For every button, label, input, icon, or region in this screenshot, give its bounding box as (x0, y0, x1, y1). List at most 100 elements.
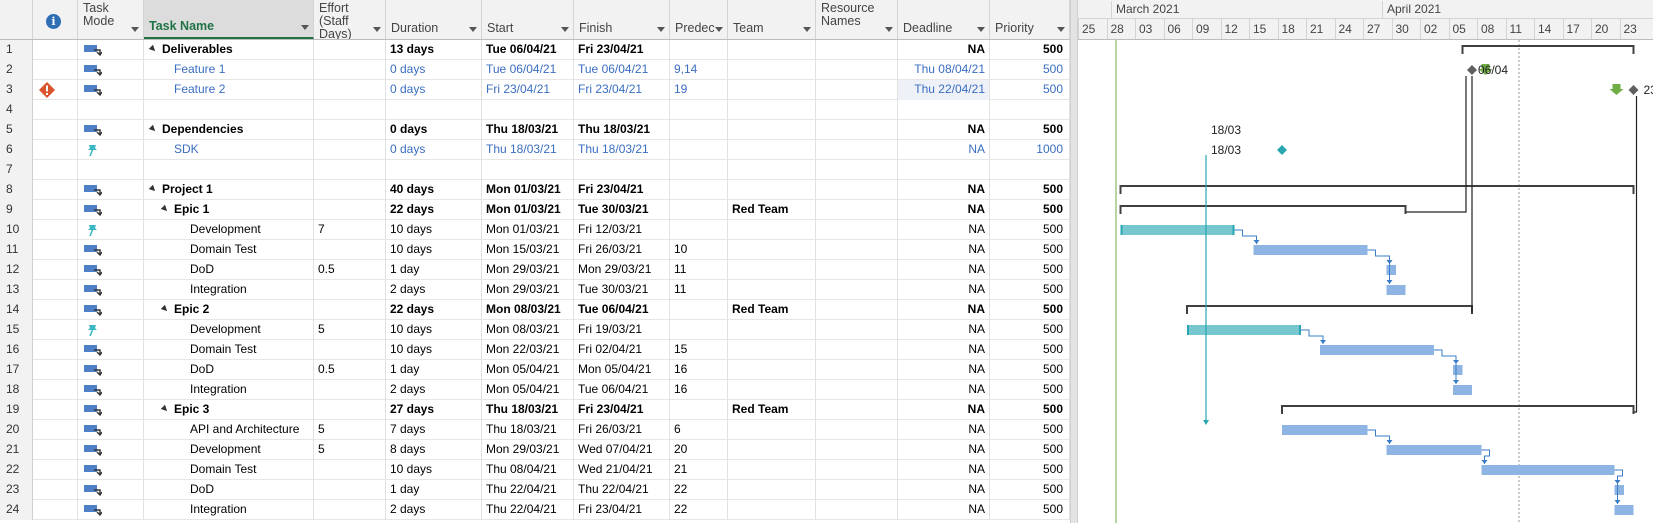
finish-cell[interactable]: Fri 23/04/21 (574, 40, 670, 60)
team-cell[interactable] (728, 220, 816, 240)
chevron-down-icon[interactable] (977, 27, 985, 32)
task-mode-cell[interactable] (78, 280, 144, 300)
resource-names-cell[interactable] (816, 60, 898, 80)
row-number[interactable]: 5 (0, 120, 33, 140)
priority-cell[interactable] (990, 160, 1070, 180)
summary-bar[interactable] (1186, 305, 1473, 314)
start-cell[interactable]: Thu 18/03/21 (482, 400, 574, 420)
effort-cell[interactable]: 5 (314, 320, 386, 340)
finish-cell[interactable]: Tue 30/03/21 (574, 280, 670, 300)
indicator-cell[interactable] (33, 460, 78, 480)
row-number[interactable]: 20 (0, 420, 33, 440)
predecessors-cell[interactable] (670, 120, 728, 140)
team-cell[interactable] (728, 340, 816, 360)
start-cell[interactable] (482, 160, 574, 180)
predecessors-cell[interactable]: 16 (670, 360, 728, 380)
collapse-triangle-icon[interactable] (148, 184, 158, 194)
effort-cell[interactable] (314, 340, 386, 360)
table-row[interactable]: 12 DoD 0.5 1 day Mon 29/03/21 Mon 29/03/21 11 N… (0, 260, 1070, 280)
indicator-cell[interactable] (33, 260, 78, 280)
indicator-cell[interactable] (33, 440, 78, 460)
team-cell[interactable] (728, 320, 816, 340)
deadline-cell[interactable]: NA (898, 240, 990, 260)
row-number[interactable]: 12 (0, 260, 33, 280)
effort-cell[interactable] (314, 80, 386, 100)
task-mode-cell[interactable] (78, 420, 144, 440)
team-cell[interactable]: Red Team (728, 200, 816, 220)
predecessors-cell[interactable] (670, 40, 728, 60)
table-row[interactable]: 22 Domain Test 10 days Thu 08/04/21 Wed 21/0… (0, 460, 1070, 480)
deadline-cell[interactable]: NA (898, 40, 990, 60)
task-name-cell[interactable]: Domain Test (144, 460, 314, 480)
task-bar[interactable] (1120, 225, 1235, 235)
row-number[interactable]: 22 (0, 460, 33, 480)
start-cell[interactable]: Thu 18/03/21 (482, 140, 574, 160)
deadline-cell[interactable]: NA (898, 220, 990, 240)
effort-cell[interactable] (314, 60, 386, 80)
finish-cell[interactable]: Fri 12/03/21 (574, 220, 670, 240)
team-cell[interactable] (728, 160, 816, 180)
predecessors-cell[interactable]: 9,14 (670, 60, 728, 80)
start-cell[interactable]: Mon 29/03/21 (482, 440, 574, 460)
indicator-cell[interactable] (33, 80, 78, 100)
summary-bar[interactable] (1461, 45, 1635, 54)
row-number[interactable]: 15 (0, 320, 33, 340)
effort-cell[interactable]: 0.5 (314, 260, 386, 280)
task-name-cell[interactable]: Project 1 (144, 180, 314, 200)
effort-cell[interactable]: 0.5 (314, 360, 386, 380)
deadline-cell[interactable]: NA (898, 500, 990, 520)
duration-cell[interactable]: 1 day (386, 360, 482, 380)
deadline-marker[interactable] (1609, 84, 1624, 95)
indicator-cell[interactable] (33, 220, 78, 240)
indicator-cell[interactable] (33, 60, 78, 80)
finish-cell[interactable]: Fri 26/03/21 (574, 240, 670, 260)
task-name-cell[interactable]: Feature 1 (144, 60, 314, 80)
start-cell[interactable]: Mon 05/04/21 (482, 380, 574, 400)
row-number[interactable]: 2 (0, 60, 33, 80)
priority-cell[interactable]: 500 (990, 360, 1070, 380)
column-header-start[interactable]: Start (482, 0, 574, 39)
dependency-link[interactable] (1367, 429, 1390, 444)
finish-cell[interactable]: Wed 21/04/21 (574, 460, 670, 480)
duration-cell[interactable] (386, 100, 482, 120)
duration-cell[interactable]: 27 days (386, 400, 482, 420)
effort-cell[interactable]: 5 (314, 420, 386, 440)
dependency-link[interactable] (1301, 329, 1324, 344)
finish-cell[interactable] (574, 160, 670, 180)
duration-cell[interactable]: 0 days (386, 80, 482, 100)
start-cell[interactable]: Mon 01/03/21 (482, 200, 574, 220)
chevron-down-icon[interactable] (469, 27, 477, 32)
effort-cell[interactable] (314, 380, 386, 400)
start-cell[interactable]: Thu 18/03/21 (482, 420, 574, 440)
resource-names-cell[interactable] (816, 240, 898, 260)
effort-cell[interactable] (314, 400, 386, 420)
deadline-cell[interactable]: NA (898, 140, 990, 160)
priority-cell[interactable]: 500 (990, 260, 1070, 280)
finish-cell[interactable]: Tue 06/04/21 (574, 300, 670, 320)
predecessors-cell[interactable]: 10 (670, 240, 728, 260)
priority-cell[interactable]: 500 (990, 280, 1070, 300)
row-number[interactable]: 14 (0, 300, 33, 320)
task-name-cell[interactable]: API and Architecture (144, 420, 314, 440)
priority-cell[interactable]: 500 (990, 460, 1070, 480)
start-cell[interactable]: Thu 18/03/21 (482, 120, 574, 140)
column-header-task-mode[interactable]: Task Mode (78, 0, 144, 39)
column-header-indicators[interactable]: i (33, 0, 78, 39)
task-name-cell[interactable]: DoD (144, 260, 314, 280)
effort-cell[interactable] (314, 480, 386, 500)
resource-names-cell[interactable] (816, 220, 898, 240)
row-number[interactable]: 21 (0, 440, 33, 460)
task-name-cell[interactable]: Development (144, 440, 314, 460)
team-cell[interactable] (728, 360, 816, 380)
predecessors-cell[interactable]: 21 (670, 460, 728, 480)
start-cell[interactable]: Mon 01/03/21 (482, 220, 574, 240)
predecessors-cell[interactable] (670, 140, 728, 160)
deadline-cell[interactable] (898, 160, 990, 180)
indicator-cell[interactable] (33, 420, 78, 440)
indicator-cell[interactable] (33, 480, 78, 500)
effort-cell[interactable] (314, 120, 386, 140)
task-name-cell[interactable]: SDK (144, 140, 314, 160)
task-mode-cell[interactable] (78, 120, 144, 140)
dependency-link[interactable] (1434, 349, 1457, 384)
finish-cell[interactable]: Fri 19/03/21 (574, 320, 670, 340)
